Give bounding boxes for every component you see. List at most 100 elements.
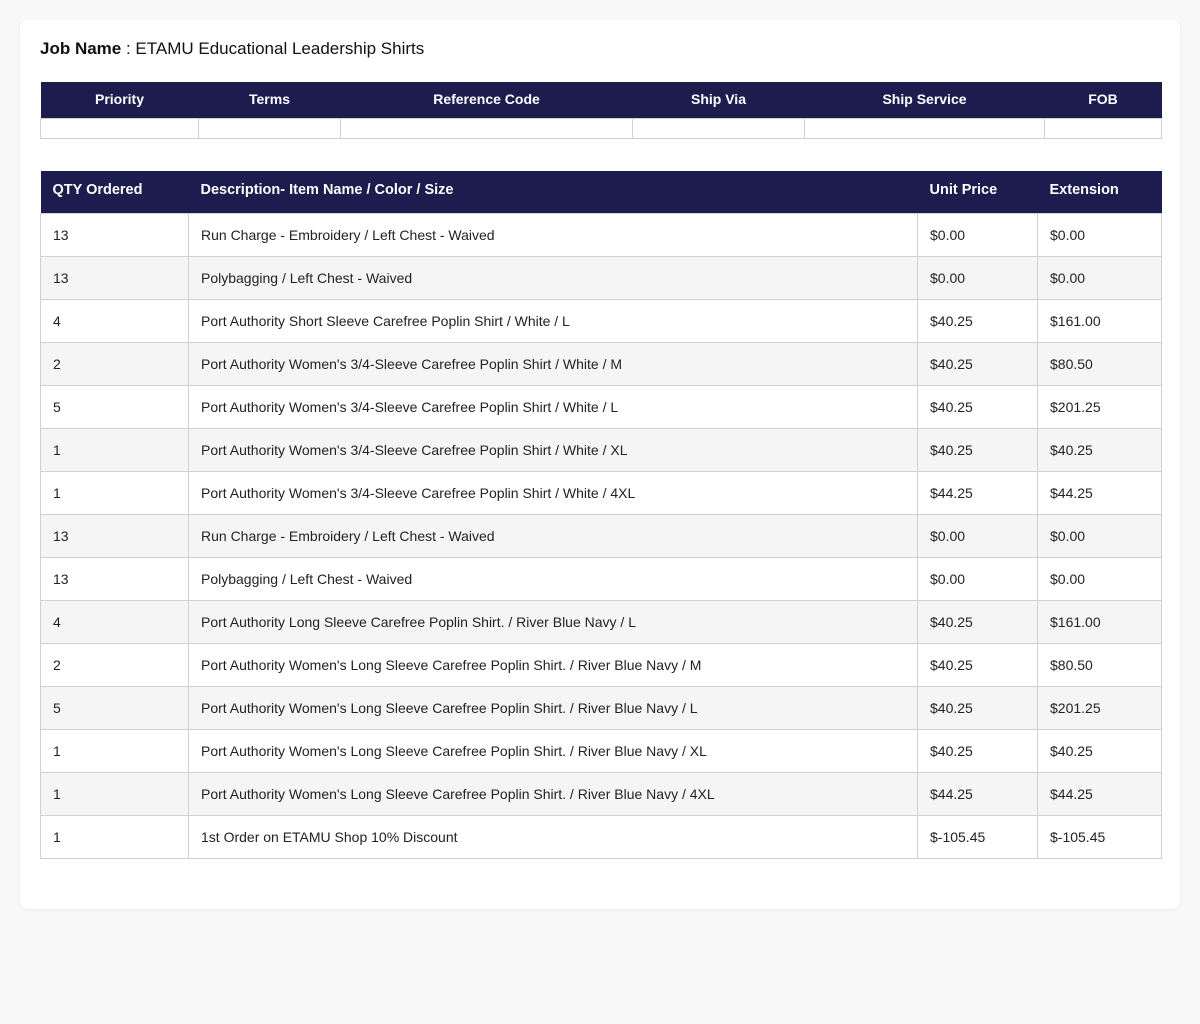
fob-header: FOB [1044,82,1162,119]
reference-code-value [340,118,633,139]
description-cell: Port Authority Women's 3/4-Sleeve Carefr… [188,342,918,386]
unit-price-cell: $0.00 [917,557,1038,601]
priority-value [40,118,199,139]
terms-header: Terms [198,82,341,119]
extension-cell: $80.50 [1037,342,1162,386]
extension-cell: $0.00 [1037,557,1162,601]
ship-via-value [632,118,805,139]
qty-cell: 4 [40,299,189,343]
extension-cell: $201.25 [1037,686,1162,730]
qty-cell: 2 [40,643,189,687]
unit-price-header: Unit Price [917,171,1038,214]
description-cell: Port Authority Short Sleeve Carefree Pop… [188,299,918,343]
qty-cell: 5 [40,686,189,730]
unit-price-cell: $40.25 [917,385,1038,429]
unit-price-cell: $40.25 [917,686,1038,730]
reference-code-header: Reference Code [340,82,633,119]
description-cell: 1st Order on ETAMU Shop 10% Discount [188,815,918,859]
qty-cell: 13 [40,256,189,300]
extension-cell: $201.25 [1037,385,1162,429]
shipping-info-table: Priority Terms Reference Code Ship Via S… [40,82,1162,139]
qty-cell: 1 [40,428,189,472]
table-row: 13 Polybagging / Left Chest - Waived $0.… [40,557,1162,601]
qty-ordered-header: QTY Ordered [40,171,189,214]
shipping-value-row [40,118,1162,139]
table-row: 1 Port Authority Women's Long Sleeve Car… [40,772,1162,816]
unit-price-cell: $0.00 [917,256,1038,300]
job-name-value: ETAMU Educational Leadership Shirts [135,39,425,58]
ship-service-value [804,118,1045,139]
unit-price-cell: $40.25 [917,342,1038,386]
terms-value [198,118,341,139]
qty-cell: 13 [40,213,189,257]
unit-price-cell: $40.25 [917,299,1038,343]
table-row: 5 Port Authority Women's 3/4-Sleeve Care… [40,385,1162,429]
unit-price-cell: $0.00 [917,514,1038,558]
unit-price-cell: $40.25 [917,729,1038,773]
priority-header: Priority [40,82,199,119]
unit-price-cell: $44.25 [917,772,1038,816]
unit-price-cell: $-105.45 [917,815,1038,859]
extension-cell: $80.50 [1037,643,1162,687]
qty-cell: 13 [40,514,189,558]
job-name-label: Job Name [40,39,122,58]
description-cell: Polybagging / Left Chest - Waived [188,557,918,601]
job-name-line: Job Name : ETAMU Educational Leadership … [40,38,424,60]
table-row: 1 Port Authority Women's Long Sleeve Car… [40,729,1162,773]
table-row: 1 Port Authority Women's 3/4-Sleeve Care… [40,471,1162,515]
qty-cell: 1 [40,729,189,773]
qty-cell: 4 [40,600,189,644]
extension-cell: $161.00 [1037,299,1162,343]
extension-cell: $-105.45 [1037,815,1162,859]
table-row: 4 Port Authority Short Sleeve Carefree P… [40,299,1162,343]
table-row: 2 Port Authority Women's 3/4-Sleeve Care… [40,342,1162,386]
extension-cell: $161.00 [1037,600,1162,644]
description-cell: Port Authority Women's 3/4-Sleeve Carefr… [188,471,918,515]
extension-cell: $40.25 [1037,428,1162,472]
description-header: Description- Item Name / Color / Size [188,171,918,214]
table-row: 4 Port Authority Long Sleeve Carefree Po… [40,600,1162,644]
extension-cell: $0.00 [1037,514,1162,558]
job-name-separator: : [121,39,136,58]
fob-value [1044,118,1162,139]
extension-cell: $40.25 [1037,729,1162,773]
extension-cell: $44.25 [1037,471,1162,515]
line-items-table: QTY Ordered Description- Item Name / Col… [40,171,1162,859]
description-cell: Port Authority Women's Long Sleeve Caref… [188,686,918,730]
unit-price-cell: $40.25 [917,428,1038,472]
order-card: Job Name : ETAMU Educational Leadership … [20,20,1180,909]
table-row: 5 Port Authority Women's Long Sleeve Car… [40,686,1162,730]
unit-price-cell: $0.00 [917,213,1038,257]
description-cell: Port Authority Women's Long Sleeve Caref… [188,729,918,773]
qty-cell: 2 [40,342,189,386]
qty-cell: 1 [40,772,189,816]
extension-cell: $44.25 [1037,772,1162,816]
shipping-header-row: Priority Terms Reference Code Ship Via S… [40,82,1162,119]
table-row: 2 Port Authority Women's Long Sleeve Car… [40,643,1162,687]
description-cell: Run Charge - Embroidery / Left Chest - W… [188,213,918,257]
qty-cell: 1 [40,471,189,515]
qty-cell: 13 [40,557,189,601]
description-cell: Port Authority Long Sleeve Carefree Popl… [188,600,918,644]
description-cell: Polybagging / Left Chest - Waived [188,256,918,300]
table-row: 1 1st Order on ETAMU Shop 10% Discount $… [40,815,1162,859]
unit-price-cell: $40.25 [917,643,1038,687]
table-row: 13 Polybagging / Left Chest - Waived $0.… [40,256,1162,300]
extension-cell: $0.00 [1037,213,1162,257]
table-row: 13 Run Charge - Embroidery / Left Chest … [40,514,1162,558]
description-cell: Port Authority Women's 3/4-Sleeve Carefr… [188,385,918,429]
items-header-row: QTY Ordered Description- Item Name / Col… [40,171,1162,214]
qty-cell: 1 [40,815,189,859]
qty-cell: 5 [40,385,189,429]
description-cell: Port Authority Women's Long Sleeve Caref… [188,643,918,687]
description-cell: Port Authority Women's Long Sleeve Caref… [188,772,918,816]
ship-service-header: Ship Service [804,82,1045,119]
description-cell: Run Charge - Embroidery / Left Chest - W… [188,514,918,558]
extension-cell: $0.00 [1037,256,1162,300]
unit-price-cell: $44.25 [917,471,1038,515]
table-row: 1 Port Authority Women's 3/4-Sleeve Care… [40,428,1162,472]
unit-price-cell: $40.25 [917,600,1038,644]
description-cell: Port Authority Women's 3/4-Sleeve Carefr… [188,428,918,472]
table-row: 13 Run Charge - Embroidery / Left Chest … [40,213,1162,257]
extension-header: Extension [1037,171,1162,214]
